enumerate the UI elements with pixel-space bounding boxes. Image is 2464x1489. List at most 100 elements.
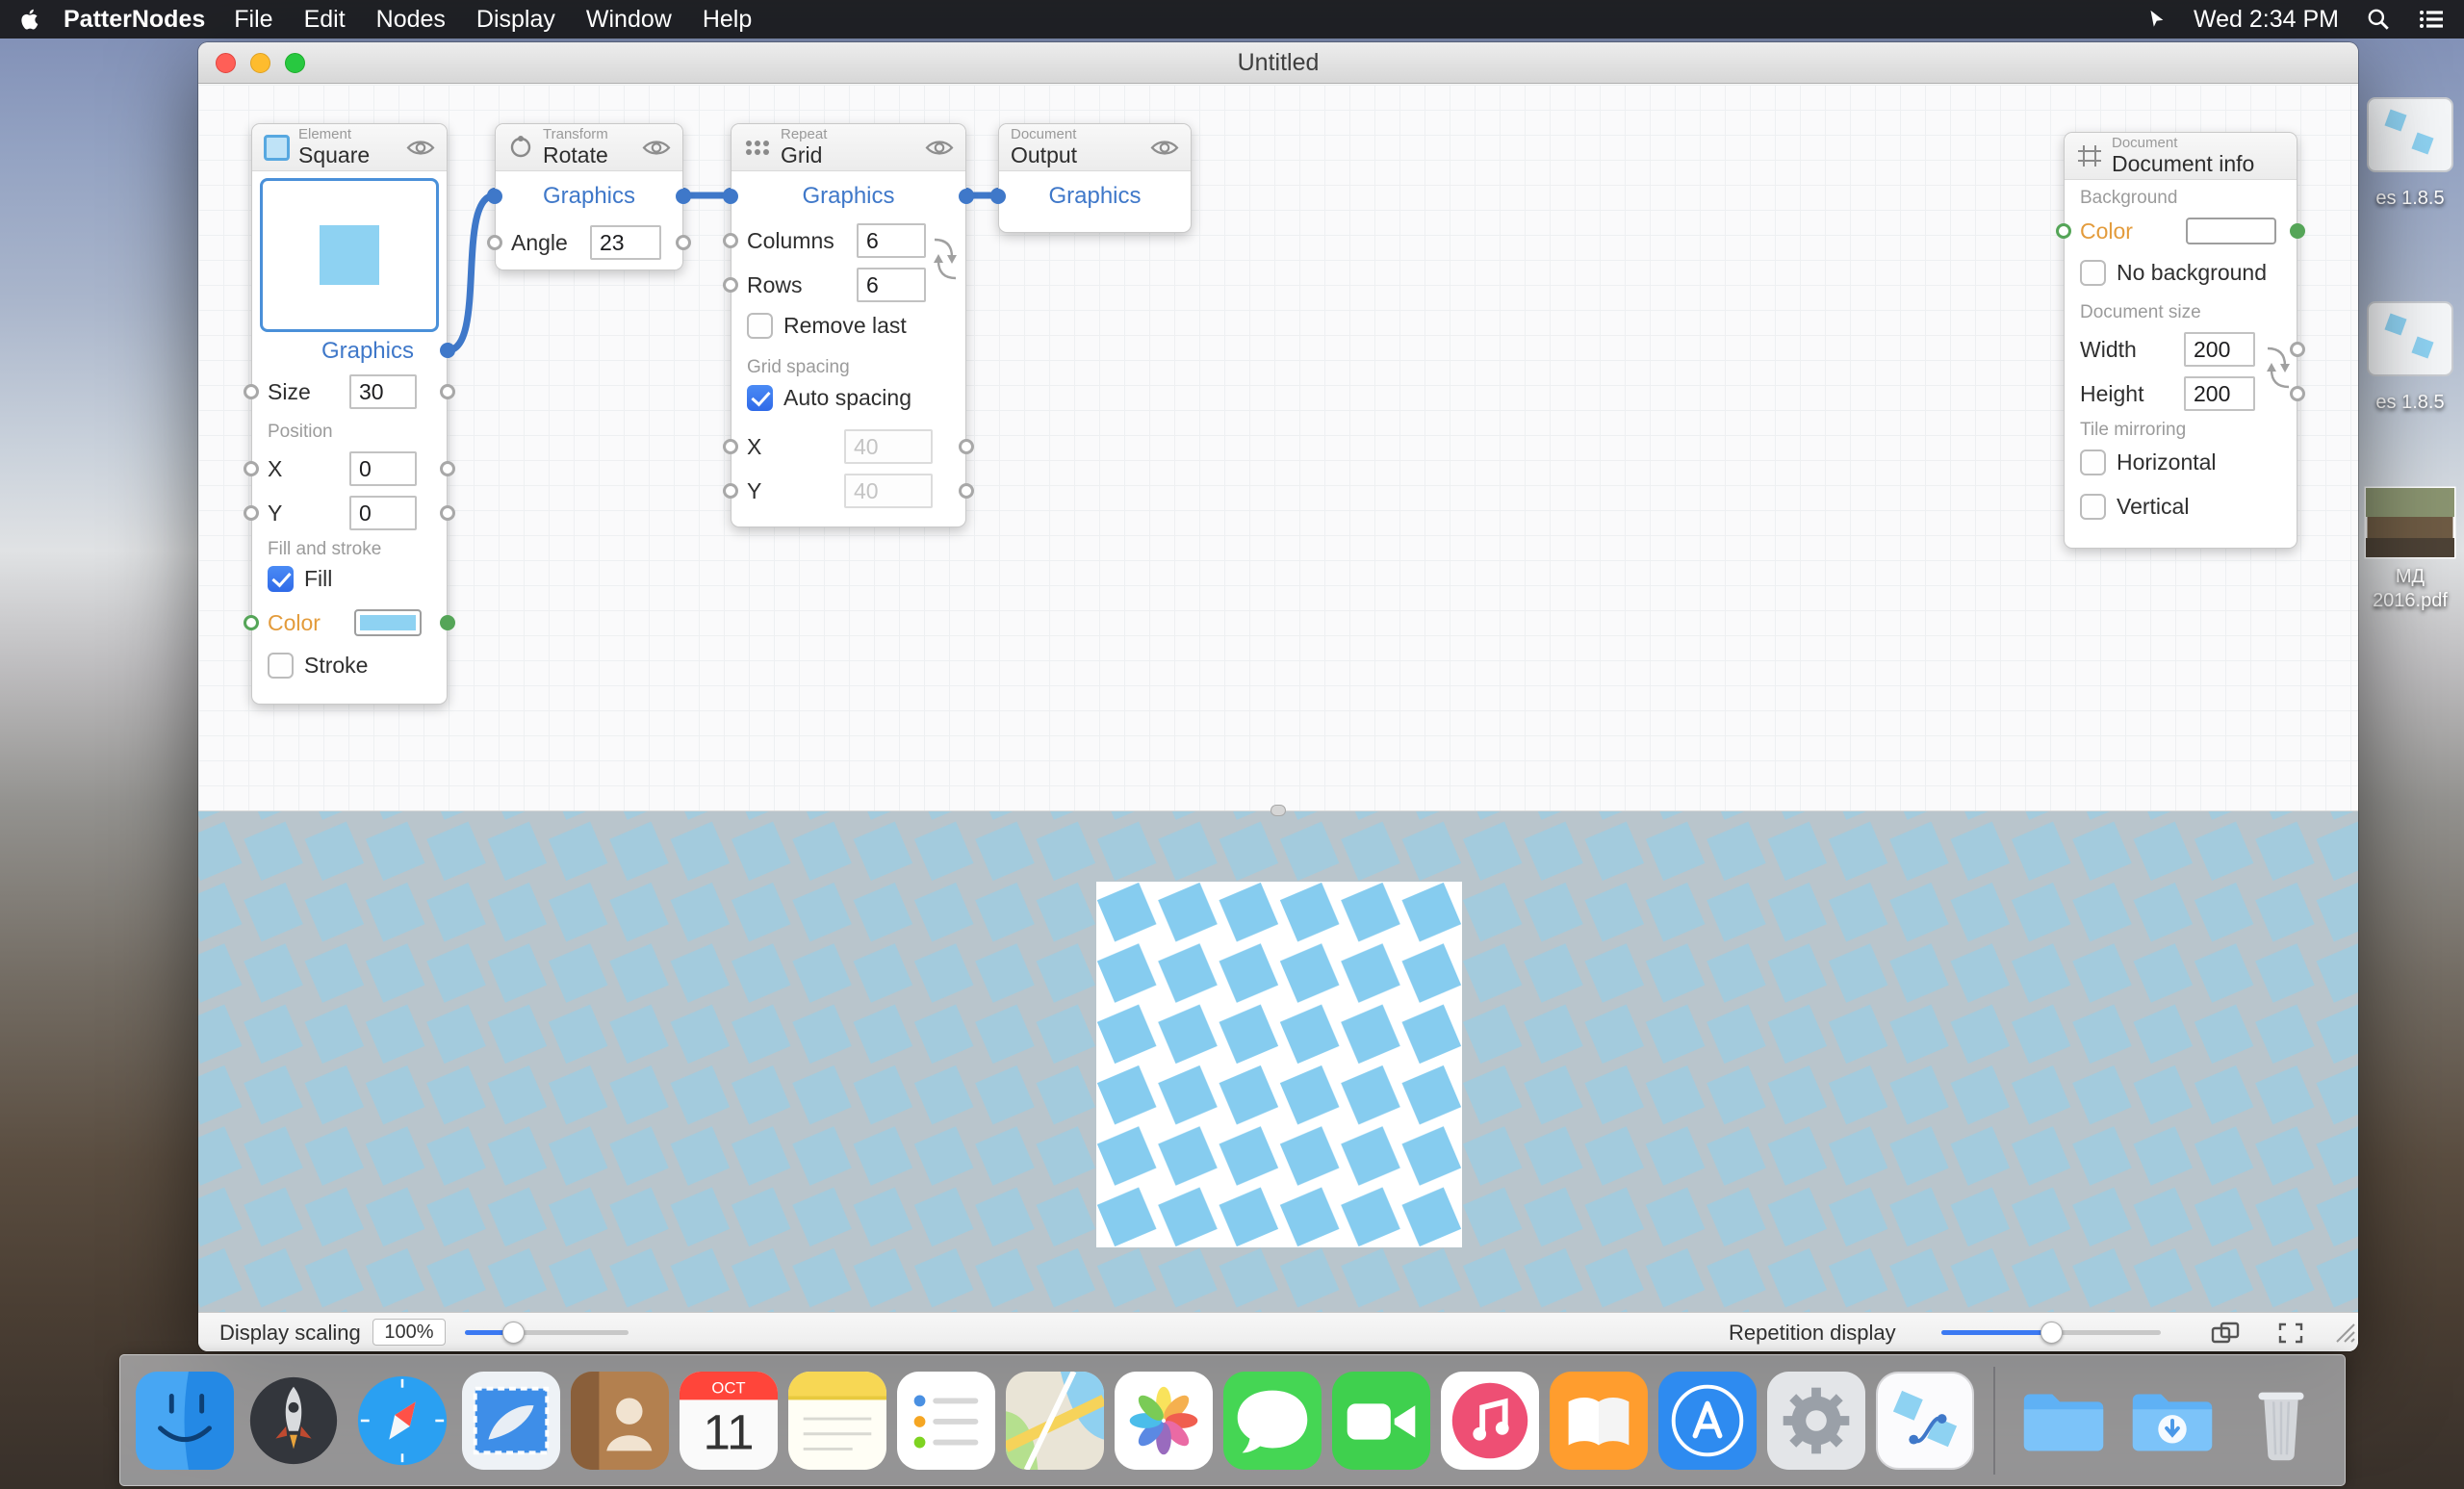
- dock-reminders[interactable]: [897, 1372, 995, 1470]
- node-canvas[interactable]: Element Square Graphics Size Position X …: [198, 85, 2358, 810]
- graphics-output-port[interactable]: [959, 189, 974, 204]
- dock-calendar[interactable]: OCT11: [680, 1372, 778, 1470]
- node-document-info-header[interactable]: Document Document info: [2065, 133, 2297, 180]
- slider-knob[interactable]: [502, 1322, 525, 1344]
- menu-file[interactable]: File: [234, 6, 272, 34]
- spacing-y-output-port[interactable]: [959, 483, 974, 499]
- graphics-input-port[interactable]: [723, 189, 738, 204]
- link-values-icon[interactable]: [2266, 337, 2291, 398]
- stroke-checkbox[interactable]: [268, 653, 294, 679]
- spacing-y-input-port[interactable]: [723, 483, 738, 499]
- link-values-icon[interactable]: [933, 228, 958, 290]
- dock-finder[interactable]: [136, 1372, 234, 1470]
- menu-window[interactable]: Window: [586, 6, 672, 34]
- y-input[interactable]: [349, 496, 417, 530]
- menu-clock[interactable]: Wed 2:34 PM: [2194, 6, 2339, 34]
- dock-folder[interactable]: [2015, 1372, 2113, 1470]
- height-output-port[interactable]: [2290, 386, 2305, 401]
- columns-input-port[interactable]: [723, 233, 738, 248]
- horizontal-mirror-checkbox[interactable]: [2080, 449, 2106, 475]
- dock-launchpad[interactable]: [244, 1372, 343, 1470]
- eye-icon[interactable]: [1150, 138, 1179, 163]
- auto-spacing-checkbox[interactable]: [747, 385, 773, 411]
- angle-input-port[interactable]: [487, 235, 502, 250]
- dock-patternodes[interactable]: [1876, 1372, 1974, 1470]
- node-output[interactable]: Document Output Graphics: [998, 123, 1192, 233]
- eye-icon[interactable]: [642, 138, 671, 163]
- node-rotate[interactable]: Transform Rotate Graphics Angle: [495, 123, 683, 270]
- graphics-input-port[interactable]: [487, 189, 502, 204]
- repetition-display-slider[interactable]: [1941, 1313, 2161, 1351]
- menu-edit[interactable]: Edit: [304, 6, 346, 34]
- apple-menu-icon[interactable]: [19, 8, 38, 31]
- dock-system-preferences[interactable]: [1767, 1372, 1865, 1470]
- dock-trash[interactable]: [2232, 1372, 2330, 1470]
- graphics-output-port[interactable]: [440, 343, 455, 358]
- node-grid[interactable]: Repeat Grid Graphics Columns Rows Remove…: [731, 123, 966, 527]
- fill-color-swatch[interactable]: [354, 609, 422, 636]
- rows-input[interactable]: [857, 268, 926, 302]
- close-button[interactable]: [216, 53, 236, 73]
- desktop-icon-disk-image-2[interactable]: es 1.8.5: [2347, 300, 2464, 415]
- menu-nodes[interactable]: Nodes: [376, 6, 446, 34]
- node-square[interactable]: Element Square Graphics Size Position X …: [251, 123, 448, 705]
- desktop-icon-disk-image-1[interactable]: es 1.8.5: [2347, 96, 2464, 211]
- dock-ibooks[interactable]: [1550, 1372, 1648, 1470]
- spotlight-search-icon[interactable]: [2366, 7, 2391, 32]
- dock-contacts[interactable]: [571, 1372, 669, 1470]
- dock-maps[interactable]: [1006, 1372, 1104, 1470]
- x-input[interactable]: [349, 451, 417, 486]
- size-output-port[interactable]: [440, 384, 455, 399]
- no-background-checkbox[interactable]: [2080, 260, 2106, 286]
- spacing-x-input[interactable]: [844, 429, 933, 464]
- zoom-button[interactable]: [285, 53, 305, 73]
- dock-mail[interactable]: [462, 1372, 560, 1470]
- eye-icon[interactable]: [925, 138, 954, 163]
- dock-notes[interactable]: [788, 1372, 886, 1470]
- size-input-port[interactable]: [244, 384, 259, 399]
- eye-icon[interactable]: [406, 138, 435, 163]
- pattern-preview[interactable]: [198, 810, 2358, 1312]
- node-document-info[interactable]: Document Document info Background Color …: [2064, 132, 2297, 549]
- dock-app-store[interactable]: [1658, 1372, 1757, 1470]
- angle-input[interactable]: [590, 225, 661, 260]
- graphics-output-port[interactable]: [676, 189, 691, 204]
- width-input[interactable]: [2184, 332, 2255, 367]
- background-color-swatch[interactable]: [2186, 218, 2276, 244]
- background-color-input-port[interactable]: [2056, 223, 2071, 239]
- dock-photos[interactable]: [1115, 1372, 1213, 1470]
- divider-handle[interactable]: [1270, 805, 1286, 816]
- width-output-port[interactable]: [2290, 342, 2305, 357]
- resize-grip[interactable]: [2331, 1319, 2356, 1349]
- node-grid-header[interactable]: Repeat Grid: [732, 124, 965, 171]
- minimize-button[interactable]: [250, 53, 270, 73]
- x-output-port[interactable]: [440, 461, 455, 476]
- dock-facetime[interactable]: [1332, 1372, 1430, 1470]
- display-scaling-slider[interactable]: [465, 1313, 629, 1351]
- background-color-output-port[interactable]: [2290, 223, 2305, 239]
- menu-help[interactable]: Help: [703, 6, 752, 34]
- tile-view-button[interactable]: [2202, 1317, 2248, 1348]
- vertical-mirror-checkbox[interactable]: [2080, 494, 2106, 520]
- remove-last-checkbox[interactable]: [747, 313, 773, 339]
- size-input[interactable]: [349, 374, 417, 409]
- node-square-header[interactable]: Element Square: [252, 124, 447, 171]
- color-output-port[interactable]: [440, 615, 455, 630]
- dock-itunes[interactable]: [1441, 1372, 1539, 1470]
- node-rotate-header[interactable]: Transform Rotate: [496, 124, 682, 171]
- dock-messages[interactable]: [1223, 1372, 1322, 1470]
- spacing-y-input[interactable]: [844, 474, 933, 508]
- spacing-x-input-port[interactable]: [723, 439, 738, 454]
- columns-input[interactable]: [857, 223, 926, 258]
- color-input-port[interactable]: [244, 615, 259, 630]
- pointer-menu-extra-icon[interactable]: [2145, 8, 2167, 31]
- display-scaling-value[interactable]: 100%: [372, 1319, 446, 1346]
- menu-app-name[interactable]: PatterNodes: [64, 6, 205, 34]
- angle-output-port[interactable]: [676, 235, 691, 250]
- desktop-icon-pdf[interactable]: МД2016.pdf: [2347, 486, 2464, 613]
- fullscreen-preview-button[interactable]: [2268, 1317, 2314, 1348]
- y-output-port[interactable]: [440, 505, 455, 521]
- fill-checkbox[interactable]: [268, 566, 294, 592]
- slider-knob[interactable]: [2040, 1322, 2063, 1344]
- node-output-header[interactable]: Document Output: [999, 124, 1191, 171]
